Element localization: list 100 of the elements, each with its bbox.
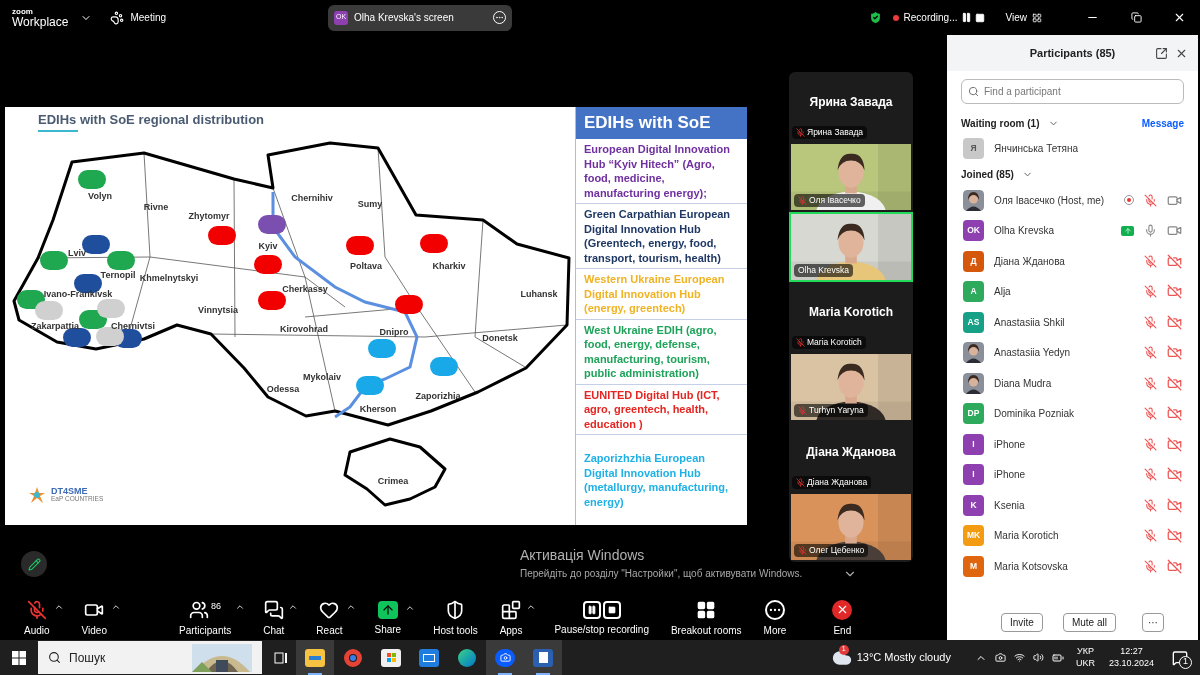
participant-row[interactable]: Д Діана Жданова [947, 246, 1198, 277]
panel-title: Participants (85) [1028, 45, 1117, 61]
toolbar-button[interactable]: Audio [20, 599, 54, 638]
screen-share-label: Olha Krevska's screen [354, 11, 455, 25]
participant-name: Maria Korotich [807, 336, 862, 349]
search-icon [968, 86, 979, 97]
participant-row[interactable]: M Maria Kotsovska [947, 551, 1198, 582]
toolbar-button[interactable]: 86 Participants [175, 599, 236, 638]
region-label: Sumy [357, 199, 383, 209]
hub-description: Green Carpathian European Digital Innovation Hub (Greentech, energy, food, transport, tourism, health) [584, 207, 732, 265]
participant-name: Олег Цебенко [809, 544, 865, 557]
participant-name: Diana Mudra [994, 376, 1053, 391]
tile-name: Ярина Завада [809, 94, 893, 111]
participant-row[interactable]: AS Anastasiia Shkil [947, 307, 1198, 338]
region-label: Khmelnytskyi [139, 273, 199, 283]
stop-icon[interactable] [974, 12, 985, 23]
panel-button[interactable]: Mute all [1062, 612, 1116, 632]
toolbar-button[interactable]: Video [77, 599, 111, 638]
section-header: Joined (85) [961, 167, 1014, 182]
participant-row[interactable]: A Alja [947, 276, 1198, 307]
edge-icon[interactable] [457, 648, 477, 667]
participant-name: Оля Івасечко [809, 194, 861, 207]
task-view-icon[interactable] [274, 650, 288, 665]
region-label: Lviv [68, 248, 86, 258]
message-link[interactable]: Message [1141, 115, 1184, 131]
language-indicator: УКР [1076, 646, 1094, 658]
region-label: Zakarpattia [31, 321, 79, 331]
toolbar-button[interactable]: End [828, 599, 857, 638]
toolbar-button[interactable]: Pause/stop recording [550, 600, 653, 637]
participant-name: Alja [994, 285, 1012, 300]
people-icon [189, 599, 210, 620]
search-field[interactable]: Пошук [38, 641, 262, 674]
participant-name: Dominika Pozniak [994, 407, 1076, 422]
avatar: I [963, 464, 984, 486]
avatar: M [963, 555, 984, 577]
participant-row[interactable]: I iPhone [947, 459, 1198, 490]
mail-icon[interactable] [419, 648, 439, 667]
activation-text: Перейдіть до розділу "Настройки", щоб активувати Windows. [520, 567, 803, 581]
panel-button[interactable]: ··· [1141, 612, 1164, 632]
toolbar-button[interactable]: Breakout rooms [666, 599, 746, 638]
participant-name: Діана Жданова [807, 476, 868, 489]
video-app-icon[interactable] [495, 648, 515, 667]
region-label: Kyiv [258, 241, 278, 251]
avatar: Я [963, 137, 984, 159]
participant-row[interactable]: Diana Mudra [947, 368, 1198, 399]
hub-description: European Digital Innovation Hub “Kyiv Hitech” (Agro, food, medicine, manufacturing energy); [584, 142, 732, 200]
region-label: Kharkiv [432, 261, 466, 271]
view-button[interactable]: View [1005, 10, 1027, 25]
toolbar-button[interactable]: React [312, 599, 347, 638]
toolbar-button[interactable]: Share [370, 600, 406, 637]
participant-row[interactable]: Anastasiia Yedyn [947, 337, 1198, 368]
participant-row[interactable]: DP Dominika Pozniak [947, 398, 1198, 429]
region-label: Rivne [143, 202, 169, 212]
windows-icon[interactable] [12, 650, 26, 665]
browser-icon[interactable] [343, 648, 363, 667]
region-label: Dnipro [379, 327, 409, 337]
region-label: Donetsk [482, 333, 518, 343]
participant-row[interactable]: Я Янчинська Тетяна [947, 133, 1198, 163]
participant-row[interactable]: I iPhone [947, 429, 1198, 460]
region-label: Ternopil [100, 270, 136, 280]
clock-date: 23.10.2024 [1108, 657, 1154, 669]
battery-icon[interactable] [1051, 651, 1064, 664]
participant-row[interactable]: K Ksenia [947, 490, 1198, 521]
language-indicator: UKR [1075, 657, 1095, 669]
toolbar-button[interactable]: Chat [259, 599, 289, 638]
participant-name: Діана Жданова [994, 254, 1066, 269]
participant-name: Ksenia [994, 498, 1026, 513]
region-label: Zaporizhia [415, 391, 461, 401]
panel-button[interactable]: Invite [1001, 612, 1043, 632]
region-label: Chernivtsi [111, 321, 155, 331]
toolbar-button[interactable]: Host tools [429, 599, 482, 638]
participant-row[interactable]: MK Maria Korotich [947, 520, 1198, 551]
close-icon[interactable] [1173, 11, 1186, 24]
search-field[interactable]: Find a participant [961, 79, 1184, 104]
grid-icon [1032, 12, 1042, 23]
participant-name: iPhone [994, 437, 1027, 452]
slide-title: EDIHs with SoE regional distribution [38, 111, 265, 129]
pause-icon[interactable] [960, 12, 972, 23]
pencil-icon [27, 557, 41, 571]
chat-icon [263, 599, 284, 620]
clock-time: 12:27 [1120, 646, 1143, 658]
hub-description: Zaporizhzhia European Digital Innovation Hub (metallurgy, manufacturing, energy) [584, 451, 730, 509]
network-icon[interactable] [1013, 652, 1025, 663]
toolbar-button[interactable]: Apps [495, 599, 527, 638]
document-icon[interactable] [533, 648, 553, 667]
store-icon[interactable] [381, 648, 401, 667]
weather-text: 13°C Mostly cloudy [856, 650, 951, 666]
participant-row[interactable]: OK Olha Krevska [947, 215, 1198, 246]
pop-out-icon[interactable] [1155, 46, 1168, 60]
meeting-label: Meeting [130, 11, 167, 25]
annotate-button[interactable] [21, 551, 47, 577]
volume-icon[interactable] [1032, 652, 1044, 663]
participant-name: Olha Krevska [994, 224, 1056, 239]
participant-row[interactable]: Оля Івасечко (Host, me) [947, 185, 1198, 216]
restore-icon[interactable] [1131, 12, 1142, 23]
toolbar-button[interactable]: More [759, 599, 791, 638]
hub-description: EUNITED Digital Hub (ICT, agro, greentech, health, education ) [584, 387, 721, 431]
tile-name: Maria Korotich [809, 304, 893, 321]
logo-text: DT4SME [51, 487, 88, 497]
folder-icon[interactable] [305, 648, 325, 667]
